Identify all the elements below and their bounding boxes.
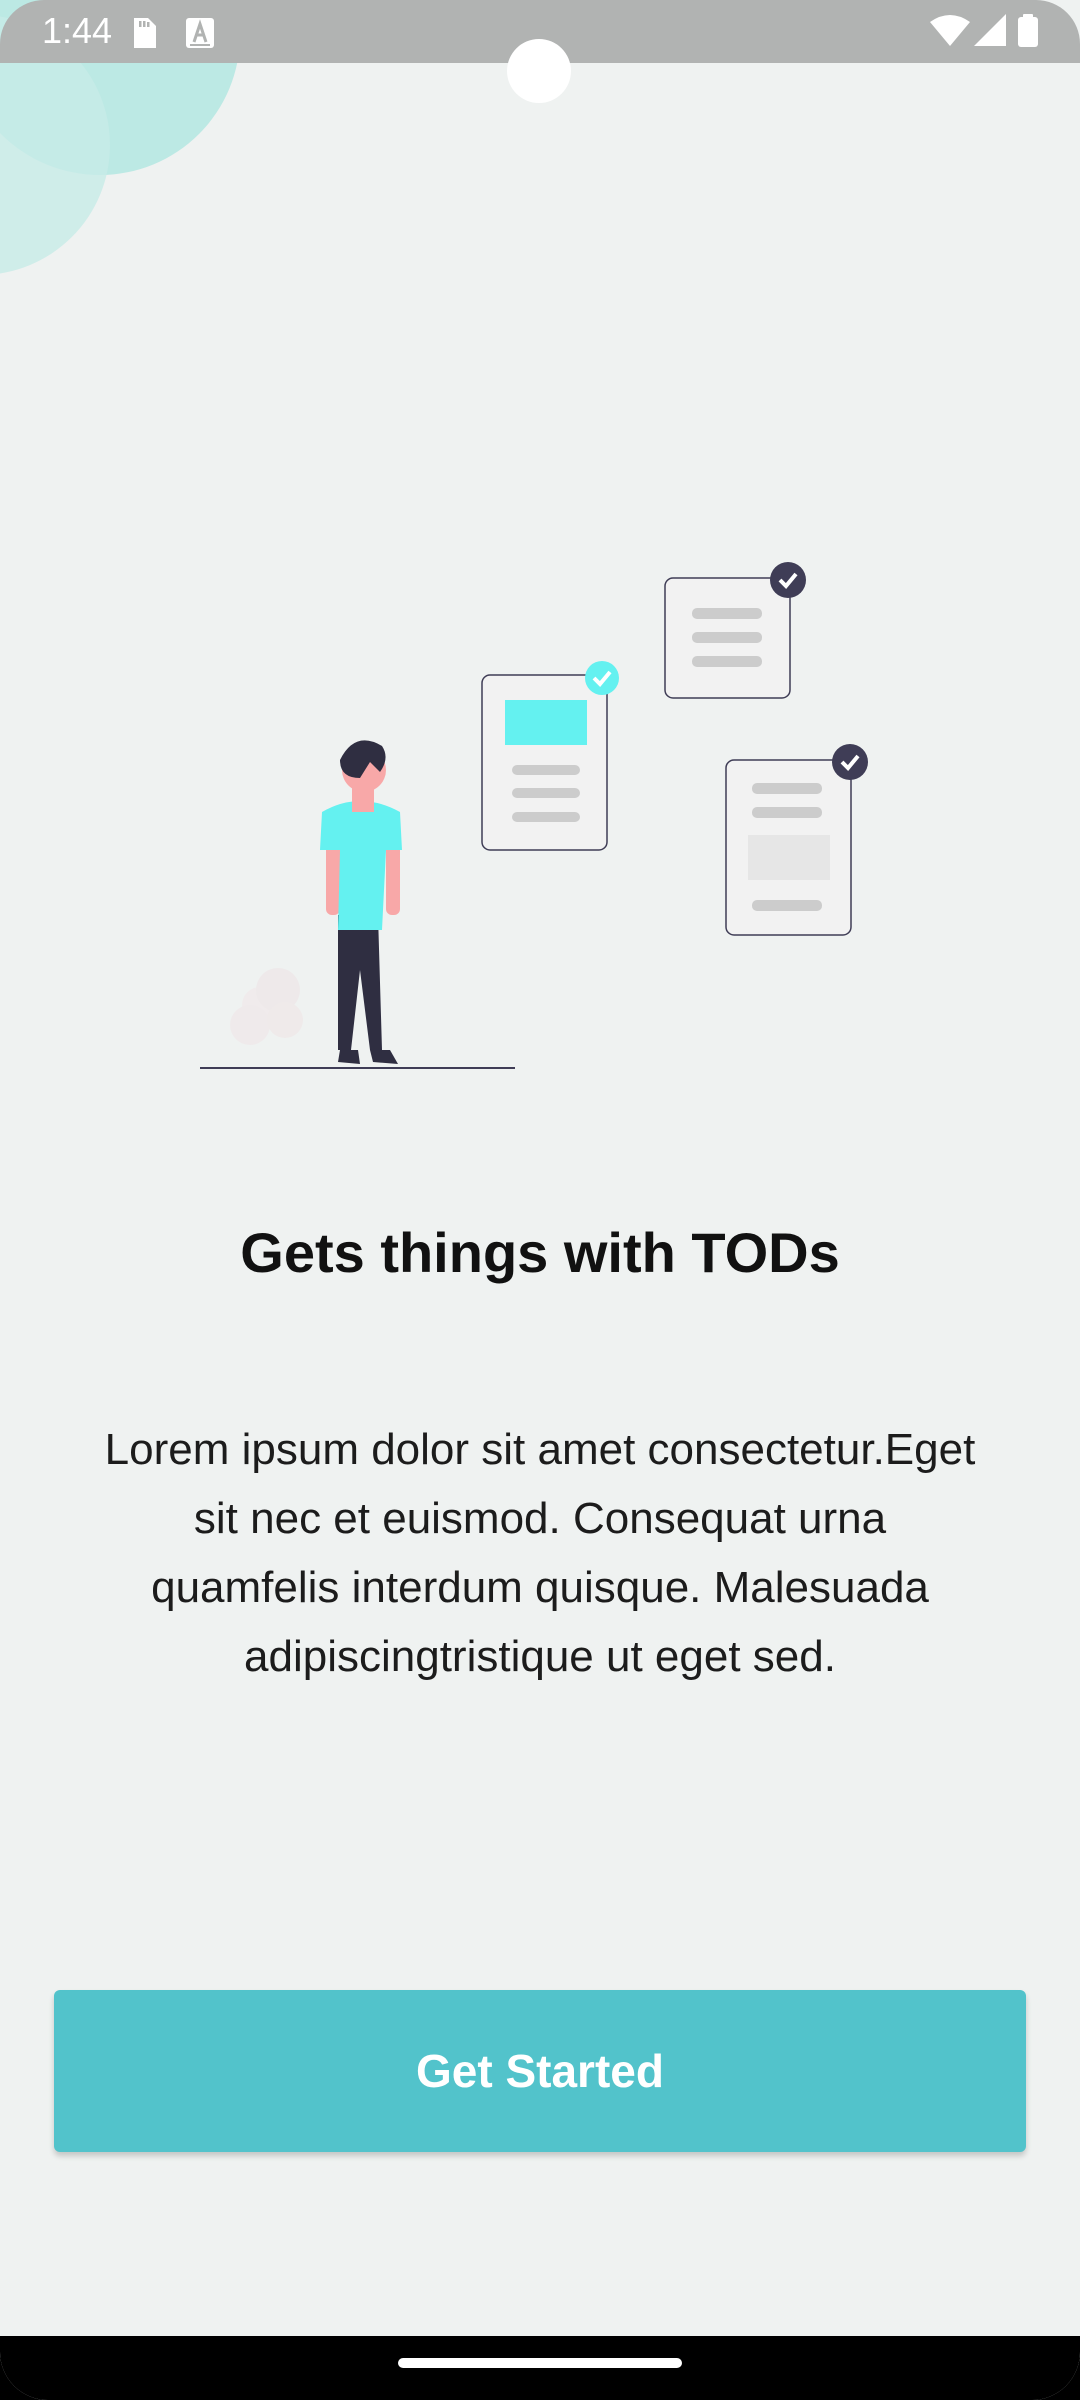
get-started-label: Get Started [416,2045,664,2097]
keyboard-a-icon [186,18,214,48]
plant-illustration [230,968,303,1045]
status-left-icons [134,18,214,48]
document-card-2 [664,562,806,699]
onboarding-description: Lorem ipsum dolor sit amet consectetur.E… [104,1425,976,1681]
status-time: 1:44 [42,10,113,51]
document-card-3 [725,744,868,936]
checkmark-icon [770,562,806,598]
battery-icon [1018,14,1038,47]
get-started-button[interactable]: Get Started [54,1990,1026,2152]
cell-signal-icon [974,14,1006,46]
onboarding-screen: 1:44 Gets things with TODs Lorem ipsum d… [0,0,1080,2400]
home-gesture-handle[interactable] [398,2358,682,2368]
hero-illustration [200,562,868,1069]
checkmark-icon [832,744,868,780]
camera-cutout [507,39,571,103]
document-card-1 [481,661,619,851]
wifi-icon [930,15,970,46]
checkmark-icon [585,661,619,695]
status-right-icons [930,14,1038,47]
onboarding-title: Gets things with TODs [240,1221,840,1284]
person-illustration [320,740,402,1064]
navigation-bar [0,2336,1080,2400]
sd-card-icon [134,18,156,48]
